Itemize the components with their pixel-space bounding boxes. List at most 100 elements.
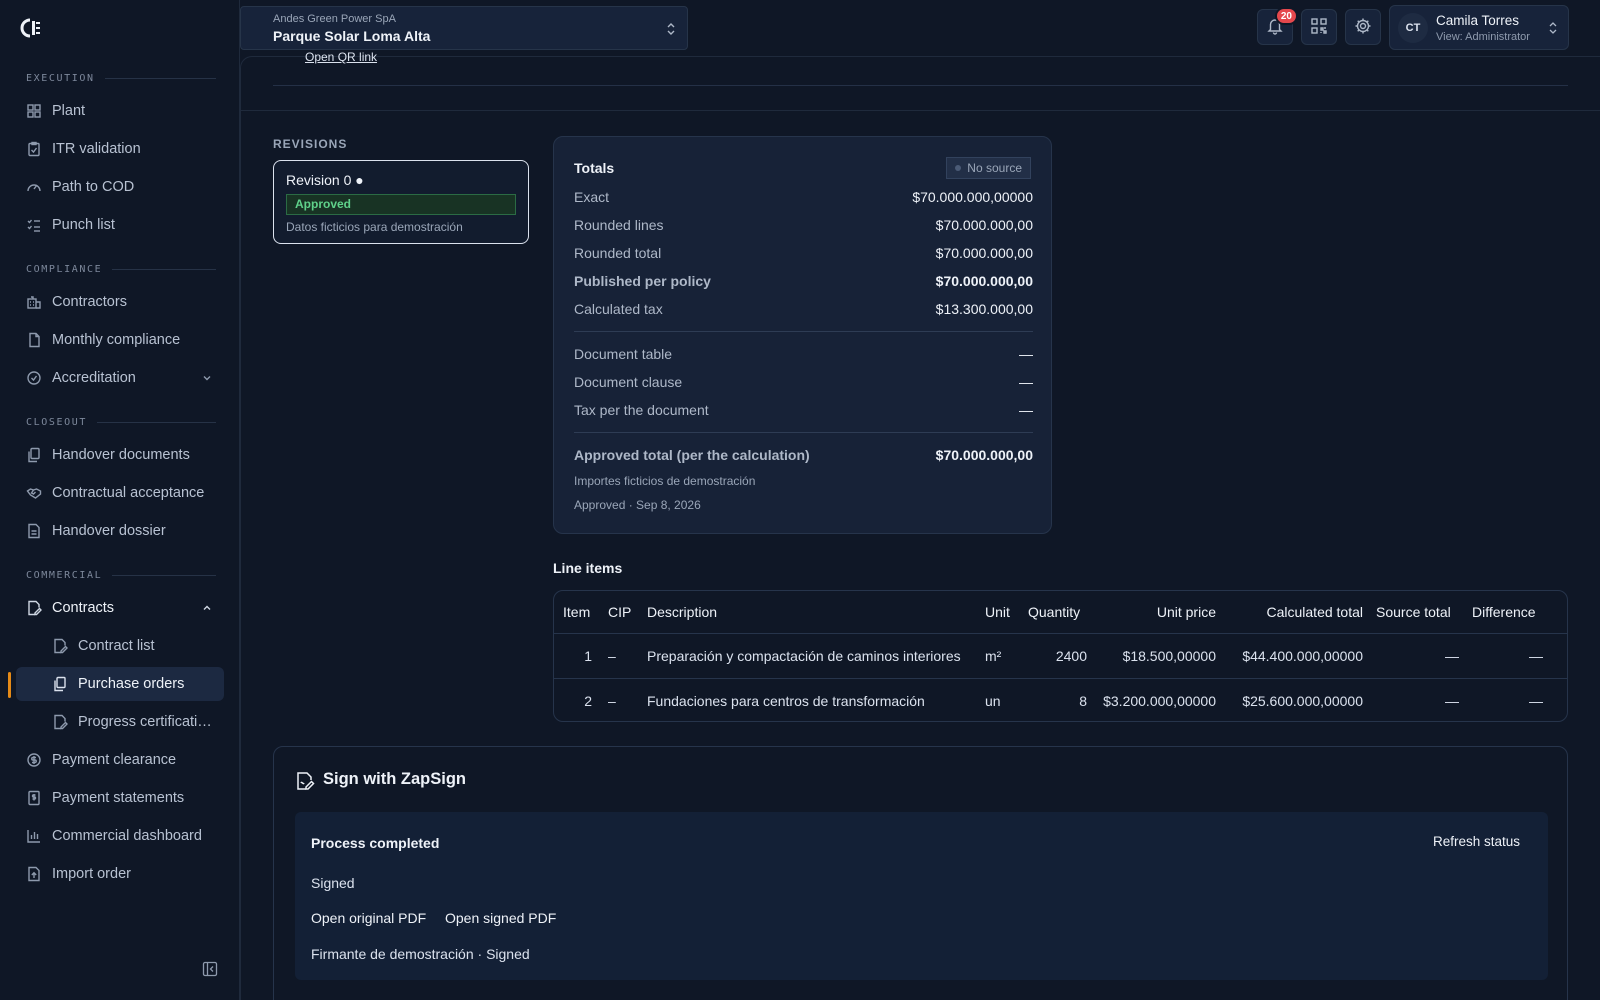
- source-badge-label: No source: [967, 161, 1022, 175]
- sidebar-item-punch-list[interactable]: Punch list: [16, 208, 224, 242]
- table-row[interactable]: 2 – Fundaciones para centros de transfor…: [554, 678, 1567, 721]
- column-header-unit[interactable]: Unit: [985, 604, 1010, 620]
- sidebar-item-label: Payment clearance: [52, 752, 177, 768]
- cell-cip: –: [608, 692, 616, 709]
- sidebar-item-label: Progress certifications: [78, 714, 218, 730]
- sidebar-item-monthly-compliance[interactable]: Monthly compliance: [16, 323, 224, 357]
- notifications-button[interactable]: 20: [1257, 7, 1298, 45]
- cell-unit-price: $18.500,00000: [1122, 647, 1216, 664]
- qr-code-button[interactable]: [1301, 9, 1337, 45]
- sidebar-item-progress-certifications[interactable]: Progress certifications: [16, 705, 224, 739]
- sidebar-item-contractors[interactable]: Contractors: [16, 285, 224, 319]
- cell-item: 1: [584, 647, 592, 664]
- signer-status: Firmante de demostración · Signed: [311, 946, 530, 962]
- sidebar-item-handover-dossier[interactable]: Handover dossier: [16, 514, 224, 548]
- sidebar-item-label: Contractors: [52, 294, 127, 310]
- chevron-up-icon[interactable]: [200, 601, 214, 615]
- open-qr-link[interactable]: Open QR link: [305, 50, 377, 64]
- sidebar-item-accreditation[interactable]: Accreditation: [16, 361, 224, 395]
- sidebar-item-path-to-cod[interactable]: Path to COD: [16, 170, 224, 204]
- sidebar-item-label: Accreditation: [52, 370, 136, 386]
- totals-approved-date: Approved · Sep 8, 2026: [574, 498, 701, 512]
- file-edit-icon: [26, 600, 42, 616]
- totals-row-exact: Exact $70.000.000,00000: [574, 189, 1033, 205]
- totals-label: Approved total (per the calculation): [574, 447, 810, 463]
- project-selector[interactable]: Andes Green Power SpA Parque Solar Loma …: [240, 6, 688, 50]
- gear-icon: [1354, 17, 1372, 38]
- totals-row-tax-document: Tax per the document —: [574, 402, 1033, 418]
- cell-item: 2: [584, 692, 592, 709]
- cell-cip: –: [608, 647, 616, 664]
- open-signed-pdf-link[interactable]: Open signed PDF: [445, 910, 556, 926]
- collapse-sidebar-icon[interactable]: [202, 961, 218, 977]
- user-menu[interactable]: CT Camila Torres View: Administrator: [1389, 5, 1569, 50]
- column-header-description[interactable]: Description: [647, 604, 717, 620]
- divider: [574, 331, 1033, 332]
- column-header-cip[interactable]: CIP: [608, 604, 631, 620]
- documents-icon: [52, 676, 68, 692]
- sidebar-item-import-order[interactable]: Import order: [16, 857, 224, 891]
- column-header-difference[interactable]: Difference: [1472, 604, 1536, 620]
- sidebar-item-label: Contract list: [78, 638, 155, 654]
- refresh-status-button[interactable]: Refresh status: [1433, 834, 1520, 849]
- chevron-down-icon[interactable]: [200, 371, 214, 385]
- organization-name: Andes Green Power SpA: [273, 13, 396, 25]
- grid-icon: [26, 103, 42, 119]
- sidebar-item-contractual-acceptance[interactable]: Contractual acceptance: [16, 476, 224, 510]
- clipboard-check-icon: [26, 141, 42, 157]
- cell-calculated-total: $44.400.000,00000: [1242, 647, 1363, 664]
- sidebar: EXECUTION Plant ITR validation Path to C…: [0, 0, 240, 1000]
- cell-unit: un: [985, 692, 1001, 709]
- totals-row-approved-total: Approved total (per the calculation) $70…: [574, 447, 1033, 463]
- bar-chart-icon: [26, 828, 42, 844]
- column-header-source-total[interactable]: Source total: [1376, 604, 1451, 620]
- column-header-quantity[interactable]: Quantity: [1028, 604, 1080, 620]
- sidebar-item-payment-statements[interactable]: Payment statements: [16, 781, 224, 815]
- dot-icon: [955, 165, 962, 171]
- avatar: CT: [1398, 13, 1428, 43]
- column-header-item[interactable]: Item: [563, 604, 590, 620]
- totals-value: —: [1019, 402, 1033, 418]
- sidebar-item-plant[interactable]: Plant: [16, 94, 224, 128]
- file-upload-icon: [26, 866, 42, 882]
- totals-value: $70.000.000,00: [935, 447, 1033, 463]
- file-edit-icon: [52, 638, 68, 654]
- totals-row-document-clause: Document clause —: [574, 374, 1033, 390]
- table-row[interactable]: 1 – Preparación y compactación de camino…: [554, 633, 1567, 677]
- sidebar-item-label: Path to COD: [52, 179, 135, 195]
- qr-code-icon: [1310, 17, 1328, 38]
- notification-count-badge: 20: [1274, 7, 1298, 25]
- handshake-icon: [26, 485, 42, 501]
- sidebar-item-label: Plant: [52, 103, 86, 119]
- sidebar-item-label: Monthly compliance: [52, 332, 181, 348]
- totals-value: —: [1019, 346, 1033, 362]
- sidebar-item-purchase-orders[interactable]: Purchase orders: [16, 667, 224, 701]
- cell-quantity: 8: [1079, 692, 1087, 709]
- sidebar-item-label: Purchase orders: [78, 676, 185, 692]
- cell-unit-price: $3.200.000,00000: [1103, 692, 1216, 709]
- totals-label: Document clause: [574, 374, 683, 390]
- column-header-calculated-total[interactable]: Calculated total: [1266, 604, 1363, 620]
- sidebar-item-itr-validation[interactable]: ITR validation: [16, 132, 224, 166]
- file-edit-icon: [52, 714, 68, 730]
- sidebar-item-contracts[interactable]: Contracts: [16, 591, 224, 625]
- settings-button[interactable]: [1345, 9, 1381, 45]
- document-icon: [26, 332, 42, 348]
- sidebar-item-handover-documents[interactable]: Handover documents: [16, 438, 224, 472]
- app-logo-icon[interactable]: [18, 16, 44, 40]
- revision-card[interactable]: Revision 0 ● Approved Datos ficticios pa…: [273, 160, 529, 244]
- totals-value: $70.000.000,00: [935, 273, 1033, 289]
- open-original-pdf-link[interactable]: Open original PDF: [311, 910, 426, 926]
- signature-file-icon: [295, 771, 315, 791]
- zapsign-title: Sign with ZapSign: [323, 770, 466, 788]
- sidebar-item-payment-clearance[interactable]: Payment clearance: [16, 743, 224, 777]
- sidebar-item-commercial-dashboard[interactable]: Commercial dashboard: [16, 819, 224, 853]
- sidebar-item-contract-list[interactable]: Contract list: [16, 629, 224, 663]
- column-header-unit-price[interactable]: Unit price: [1157, 604, 1216, 620]
- cell-source-total: —: [1445, 692, 1459, 709]
- divider: [273, 85, 1568, 86]
- check-circle-icon: [26, 370, 42, 386]
- sidebar-item-label: Import order: [52, 866, 131, 882]
- totals-label: Document table: [574, 346, 673, 362]
- zapsign-status-panel: Process completed Refresh status Signed …: [295, 812, 1548, 980]
